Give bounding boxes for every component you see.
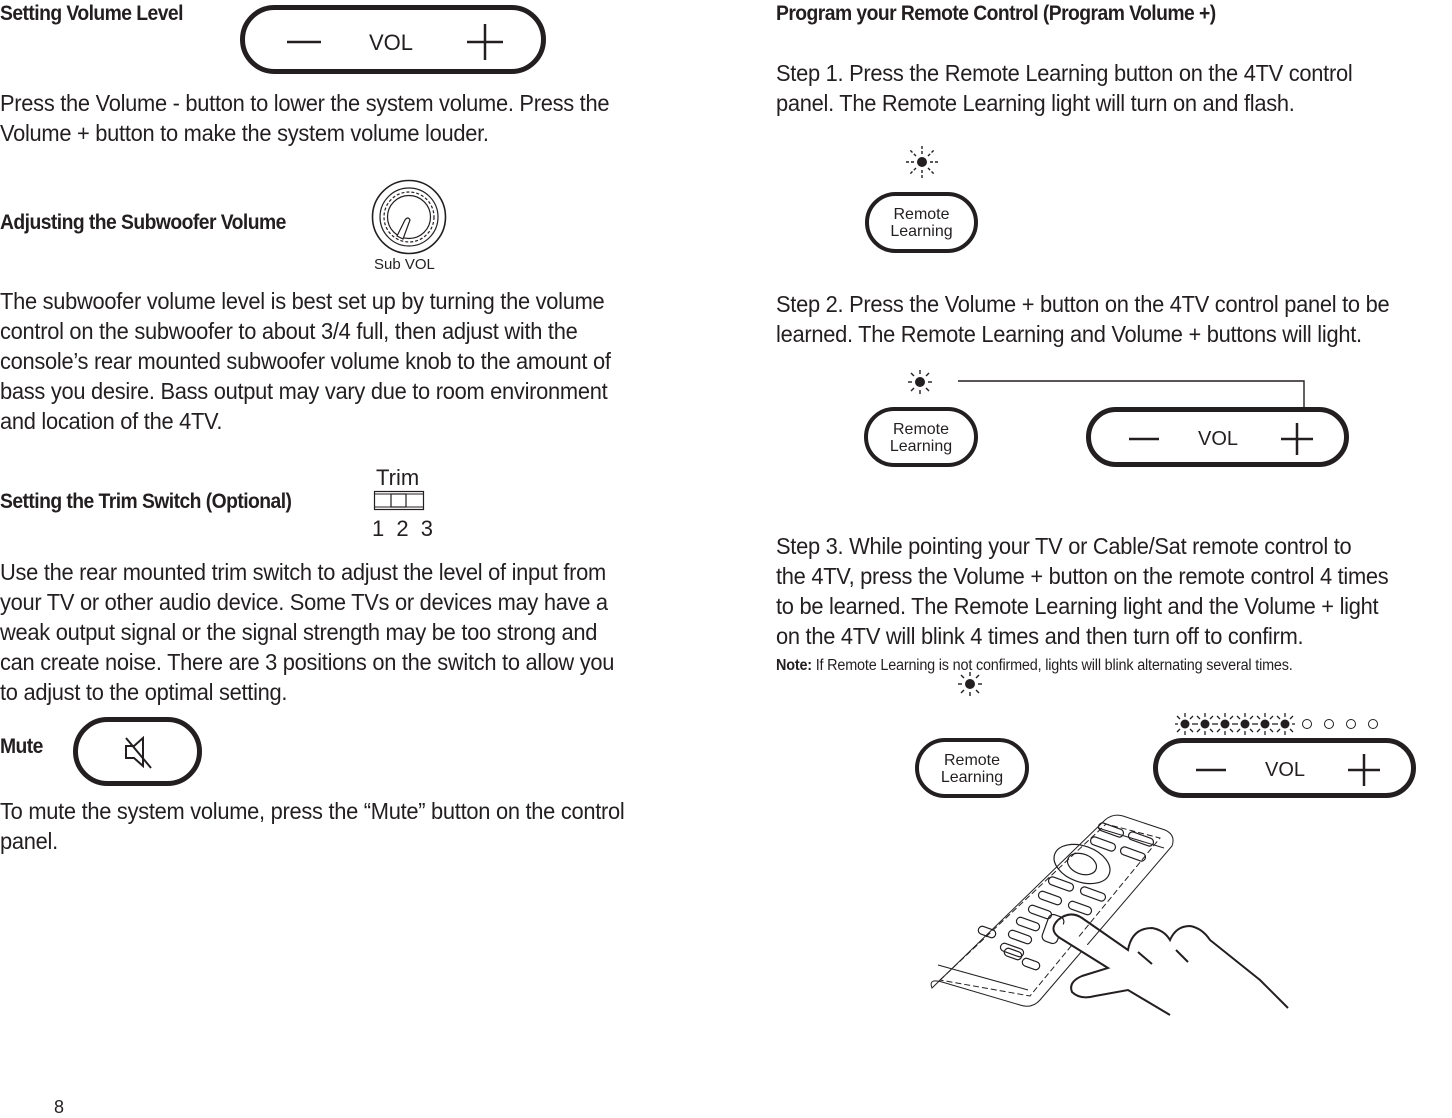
blink-light-off bbox=[1346, 719, 1356, 729]
vol-label: VOL bbox=[1198, 428, 1239, 450]
blink-light-on bbox=[1175, 713, 1195, 735]
remote-learning-button-step1[interactable]: Remote Learning bbox=[865, 192, 978, 253]
blink-light-on bbox=[1215, 713, 1235, 735]
page-number: 8 bbox=[54, 1097, 65, 1117]
volume-control-step3[interactable]: VOL bbox=[1153, 738, 1416, 798]
plus-icon bbox=[467, 24, 503, 60]
trim-switch-slider bbox=[390, 493, 407, 508]
minus-icon bbox=[287, 40, 321, 44]
remote-learning-label: Remote Learning bbox=[890, 206, 953, 240]
note: Note: If Remote Learning is not confirme… bbox=[776, 657, 1293, 674]
volume-control-step2[interactable]: VOL bbox=[1086, 407, 1349, 467]
heading-setting-volume-level: Setting Volume Level bbox=[0, 2, 183, 25]
step2-paragraph: Step 2. Press the Volume + button on the… bbox=[776, 291, 1390, 347]
light-on-icon bbox=[958, 672, 982, 696]
trim-switch[interactable] bbox=[373, 490, 425, 511]
trim-positions: 1 2 3 bbox=[372, 516, 436, 541]
remote-control-illustration bbox=[930, 814, 1289, 1016]
vol-label: VOL bbox=[1265, 759, 1306, 781]
blink-light-off bbox=[1302, 719, 1312, 729]
blink-light-on bbox=[1195, 713, 1215, 735]
blink-light-off bbox=[1368, 719, 1378, 729]
vol-label: VOL bbox=[369, 30, 414, 55]
plus-icon bbox=[1348, 754, 1380, 786]
blink-light-off bbox=[1324, 719, 1334, 729]
plus-icon bbox=[1281, 423, 1313, 455]
remote-learning-button-step3[interactable]: Remote Learning bbox=[915, 738, 1029, 798]
heading-program-remote: Program your Remote Control (Program Vol… bbox=[776, 2, 1216, 25]
sub-vol-label: Sub VOL bbox=[374, 256, 435, 273]
subwoofer-paragraph: The subwoofer volume level is best set u… bbox=[0, 288, 611, 434]
volume-control-button[interactable]: VOL bbox=[240, 5, 546, 74]
heading-trim-switch: Setting the Trim Switch (Optional) bbox=[0, 490, 292, 513]
mute-button[interactable] bbox=[73, 717, 202, 786]
flashing-light-icon bbox=[904, 144, 940, 180]
mute-paragraph: To mute the system volume, press the “Mu… bbox=[0, 798, 625, 854]
step1-paragraph: Step 1. Press the Remote Learning button… bbox=[776, 60, 1353, 116]
connector-line bbox=[958, 380, 1305, 409]
trim-paragraph: Use the rear mounted trim switch to adju… bbox=[0, 559, 615, 705]
speaker-muted-icon bbox=[125, 735, 152, 769]
heading-adjusting-subwoofer: Adjusting the Subwoofer Volume bbox=[0, 211, 286, 234]
minus-icon bbox=[1129, 437, 1159, 441]
subwoofer-knob-icon bbox=[371, 179, 447, 255]
remote-learning-button-step2[interactable]: Remote Learning bbox=[864, 407, 978, 467]
volume-paragraph: Press the Volume - button to lower the s… bbox=[0, 90, 610, 146]
blink-light-on bbox=[1255, 713, 1275, 735]
heading-mute: Mute bbox=[0, 735, 43, 758]
blink-light-on bbox=[1235, 713, 1255, 735]
blink-light-on bbox=[1275, 713, 1295, 735]
trim-label: Trim bbox=[376, 465, 420, 490]
minus-icon bbox=[1196, 768, 1226, 772]
light-on-icon bbox=[908, 370, 932, 394]
step3-paragraph: Step 3. While pointing your TV or Cable/… bbox=[776, 533, 1389, 649]
